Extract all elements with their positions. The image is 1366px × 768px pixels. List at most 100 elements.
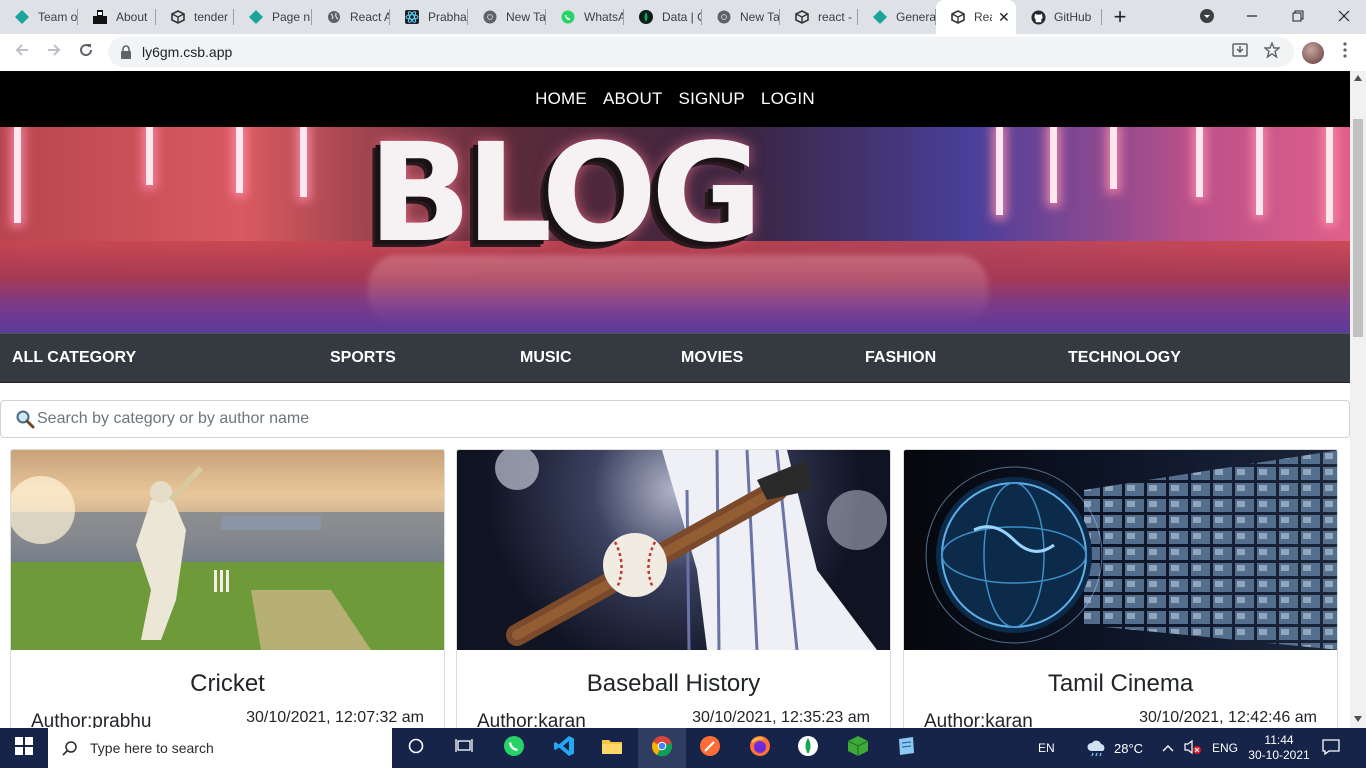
minimize-button[interactable] — [1232, 0, 1272, 34]
install-app-button[interactable] — [1226, 34, 1254, 71]
category-music[interactable]: MUSIC — [520, 349, 572, 367]
nav-login-link[interactable]: LOGIN — [761, 89, 815, 109]
scroll-up-icon[interactable] — [1354, 74, 1362, 83]
post-title: Tamil Cinema — [1047, 670, 1194, 697]
restore-button[interactable] — [1278, 0, 1318, 34]
post-author: Author:karan — [477, 711, 586, 728]
close-tab-icon[interactable]: ✕ — [998, 9, 1010, 26]
profile-button[interactable] — [1300, 34, 1326, 71]
search-input[interactable]: Search by category or by author name — [0, 400, 1350, 438]
chrome-icon — [651, 735, 673, 762]
browser-tab[interactable]: Data | C — [624, 0, 702, 34]
post-image-baseball — [457, 450, 890, 650]
close-window-button[interactable] — [1324, 0, 1364, 34]
chrome-icon — [716, 9, 732, 25]
browser-tab[interactable]: New Ta — [702, 0, 780, 34]
notification-icon — [1322, 738, 1340, 758]
browser-tab[interactable]: Page n — [234, 0, 312, 34]
browser-menu-button[interactable] — [1332, 34, 1358, 71]
notifications-button[interactable] — [1322, 728, 1340, 768]
volume-button[interactable] — [1184, 728, 1202, 768]
taskbar-app-notes[interactable] — [882, 728, 930, 768]
post-card[interactable]: Cricket Author:prabhu 30/10/2021, 12:07:… — [10, 449, 445, 728]
taskbar-file-explorer[interactable] — [588, 728, 636, 768]
taskbar-app-cube[interactable] — [834, 728, 882, 768]
taskbar-firefox[interactable] — [736, 728, 784, 768]
browser-toolbar: ly6gm.csb.app — [0, 34, 1366, 71]
post-card[interactable]: Baseball History Author:karan 30/10/2021… — [456, 449, 891, 728]
browser-tab[interactable]: Prabha — [390, 0, 468, 34]
scroll-down-icon[interactable] — [1354, 715, 1362, 724]
search-icon — [15, 409, 35, 429]
mongodb-leaf-icon — [638, 9, 654, 25]
browser-tab[interactable]: New Ta — [468, 0, 546, 34]
post-image-cinema — [904, 450, 1337, 650]
browser-tab[interactable]: react - — [780, 0, 858, 34]
chrome-icon — [482, 9, 498, 25]
language-indicator[interactable]: EN — [1038, 728, 1055, 768]
start-button[interactable] — [0, 728, 48, 768]
firefox-icon — [749, 735, 771, 762]
category-all[interactable]: ALL CATEGORY — [12, 349, 136, 367]
codesandbox-diamond-icon — [14, 9, 30, 25]
post-title: Baseball History — [586, 670, 761, 697]
nav-about-link[interactable]: ABOUT — [603, 89, 663, 109]
taskbar-mongodb-compass[interactable] — [784, 728, 832, 768]
bookmark-button[interactable] — [1258, 34, 1286, 71]
taskbar-whatsapp[interactable] — [490, 728, 538, 768]
minimize-icon — [1246, 9, 1258, 25]
codesandbox-cube-icon — [794, 9, 810, 25]
browser-tab[interactable]: Team o — [0, 0, 78, 34]
weather-widget[interactable]: 28°C — [1086, 728, 1143, 768]
browser-tab[interactable]: tender — [156, 0, 234, 34]
taskbar-vscode[interactable] — [540, 728, 588, 768]
post-date: 30/10/2021, 12:42:46 am — [1139, 709, 1317, 726]
taskbar-search-box[interactable]: Type here to search — [48, 728, 392, 768]
browser-tab[interactable]: Genera — [858, 0, 936, 34]
chevron-down-icon — [1199, 8, 1215, 27]
tab-search-button[interactable] — [1192, 0, 1222, 34]
nav-signup-link[interactable]: SIGNUP — [679, 89, 745, 109]
reload-button[interactable] — [70, 36, 102, 68]
category-fashion[interactable]: FASHION — [865, 349, 936, 367]
reload-icon — [78, 42, 94, 63]
browser-tab[interactable]: GitHub — [1016, 0, 1102, 34]
post-author: Author:prabhu — [31, 711, 152, 728]
address-bar[interactable]: ly6gm.csb.app — [108, 37, 1294, 67]
input-indicator[interactable]: ENG — [1212, 728, 1238, 768]
category-movies[interactable]: MOVIES — [681, 349, 743, 367]
neon-light — [236, 127, 243, 193]
react-icon — [404, 9, 420, 25]
codesandbox-cube-icon — [170, 9, 186, 25]
taskbar-chrome[interactable] — [638, 728, 686, 768]
category-sports[interactable]: SPORTS — [330, 349, 396, 367]
cortana-button[interactable] — [392, 728, 440, 768]
post-author: Author:karan — [924, 711, 1033, 728]
url-text: ly6gm.csb.app — [142, 44, 233, 60]
taskbar-postman[interactable] — [686, 728, 734, 768]
browser-tab[interactable]: WhatsA — [546, 0, 624, 34]
post-card[interactable]: Tamil Cinema Author:karan 30/10/2021, 12… — [903, 449, 1338, 728]
forward-button[interactable] — [38, 36, 70, 68]
back-button[interactable] — [6, 36, 38, 68]
browser-tab[interactable]: React A — [312, 0, 390, 34]
notepad-icon — [895, 735, 917, 762]
category-technology[interactable]: TECHNOLOGY — [1068, 349, 1181, 367]
site-logo-icon — [92, 9, 108, 25]
arrow-right-icon — [46, 42, 62, 63]
browser-tab[interactable]: About — [78, 0, 156, 34]
browser-tab-active[interactable]: Rea ✕ — [936, 0, 1016, 34]
vertical-scrollbar[interactable] — [1350, 71, 1366, 728]
hero-reflection — [368, 255, 988, 325]
nav-home-link[interactable]: HOME — [535, 89, 587, 109]
restore-icon — [1292, 9, 1304, 25]
neon-light — [146, 127, 153, 185]
show-hidden-icons-button[interactable] — [1162, 728, 1174, 768]
scrollbar-thumb[interactable] — [1353, 119, 1363, 337]
hero-title: BLOG — [368, 127, 763, 273]
clock[interactable]: 11:44 30-10-2021 — [1248, 728, 1310, 768]
avatar — [1302, 41, 1324, 64]
post-date: 30/10/2021, 12:35:23 am — [692, 709, 870, 726]
new-tab-button[interactable]: + — [1102, 0, 1138, 34]
task-view-button[interactable] — [440, 728, 488, 768]
